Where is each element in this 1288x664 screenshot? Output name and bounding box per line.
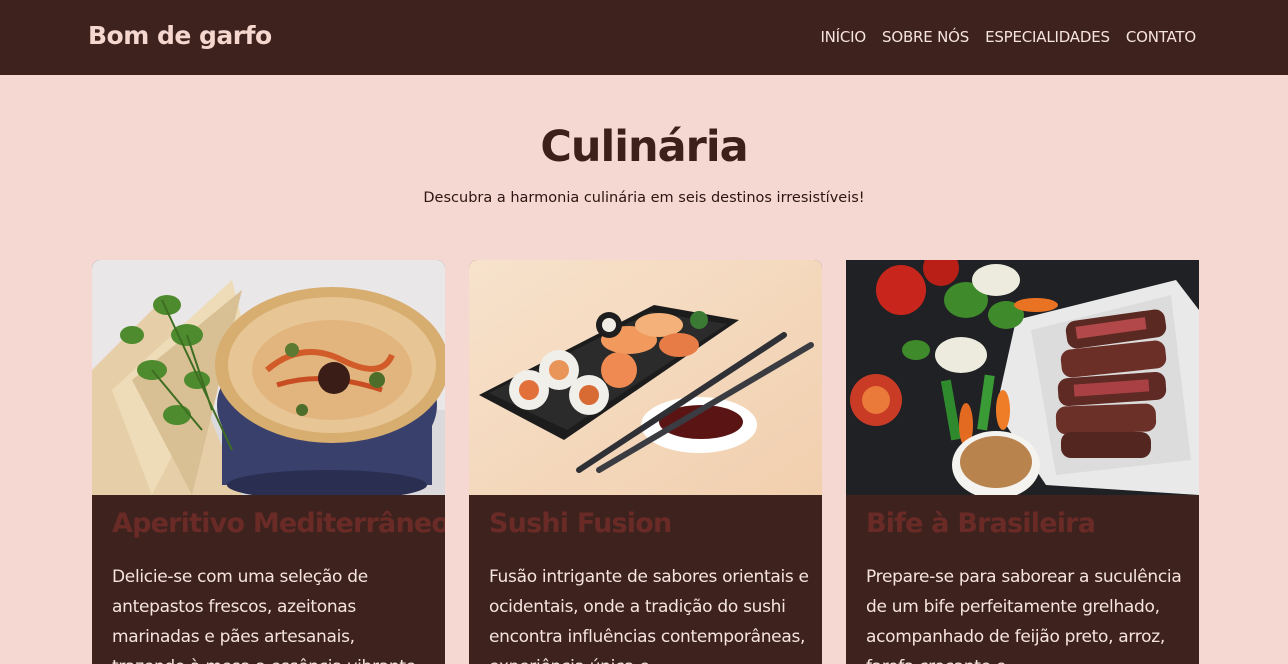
nav-link-contato[interactable]: CONTATO bbox=[1126, 28, 1196, 46]
hummus-appetizer-photo bbox=[92, 260, 445, 495]
card-title: Sushi Fusion bbox=[489, 508, 672, 539]
grilled-steak-photo bbox=[846, 260, 1199, 495]
card-description: Fusão intrigante de sabores orientais e … bbox=[489, 567, 809, 664]
page-title: Culinária bbox=[540, 122, 748, 172]
nav-link-especialidades[interactable]: ESPECIALIDADES bbox=[985, 28, 1110, 46]
nav-link-sobre-nos[interactable]: SOBRE NÓS bbox=[882, 28, 969, 46]
card-title: Bife à Brasileira bbox=[866, 508, 1096, 539]
dish-card[interactable]: Bife à Brasileira Prepare-se para sabore… bbox=[846, 260, 1199, 664]
dish-card[interactable]: Aperitivo Mediterrâneo Delicie-se com um… bbox=[92, 260, 445, 664]
navbar: Bom de garfo INÍCIO SOBRE NÓS ESPECIALID… bbox=[0, 0, 1288, 75]
dish-card[interactable]: Sushi Fusion Fusão intrigante de sabores… bbox=[469, 260, 822, 664]
nav-menu: INÍCIO SOBRE NÓS ESPECIALIDADES CONTATO bbox=[820, 28, 1196, 46]
sushi-tray-photo bbox=[469, 260, 822, 495]
brand-logo[interactable]: Bom de garfo bbox=[88, 21, 272, 50]
card-description: Prepare-se para saborear a suculência de… bbox=[866, 567, 1182, 664]
page-subtitle: Descubra a harmonia culinária em seis de… bbox=[423, 190, 865, 206]
card-description: Delicie-se com uma seleção de antepastos… bbox=[112, 567, 416, 664]
nav-link-inicio[interactable]: INÍCIO bbox=[820, 28, 866, 46]
card-title: Aperitivo Mediterrâneo bbox=[112, 508, 445, 539]
